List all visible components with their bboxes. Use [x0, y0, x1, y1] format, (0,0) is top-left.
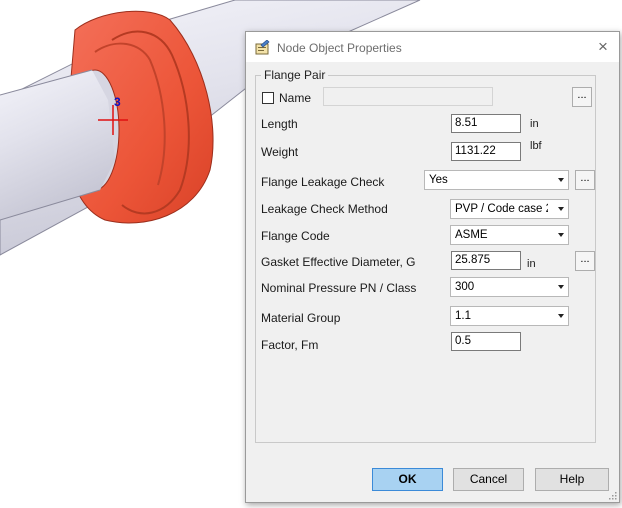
chevron-down-icon — [558, 207, 564, 211]
dialog-title: Node Object Properties — [277, 41, 402, 55]
flange-leakage-check-button[interactable]: ... — [575, 170, 595, 190]
node-number-label: 3 — [114, 95, 121, 109]
gasket-diameter-label: Gasket Effective Diameter, G — [261, 255, 416, 269]
weight-unit: lbf — [530, 140, 542, 152]
help-button[interactable]: Help — [535, 468, 609, 491]
title-bar[interactable]: Node Object Properties × — [246, 32, 619, 62]
length-label: Length — [261, 117, 298, 131]
factor-fm-label: Factor, Fm — [261, 338, 319, 352]
ok-button[interactable]: OK — [372, 468, 443, 491]
flange-code-select[interactable]: ASME — [450, 225, 569, 245]
flange — [0, 10, 214, 224]
name-browse-button[interactable]: ... — [572, 87, 592, 107]
weight-input[interactable]: 1131.22 — [451, 142, 521, 161]
material-group-label: Material Group — [261, 311, 341, 325]
properties-icon — [255, 40, 270, 55]
name-label: Name — [279, 91, 312, 105]
close-button[interactable]: × — [593, 37, 613, 57]
nominal-pressure-value: 300 — [455, 281, 475, 293]
leakage-check-method-label: Leakage Check Method — [261, 202, 388, 216]
nominal-pressure-label: Nominal Pressure PN / Class — [261, 281, 417, 295]
nominal-pressure-select[interactable]: 300 — [450, 277, 569, 297]
material-group-select[interactable]: 1.1 — [450, 306, 569, 326]
weight-label: Weight — [261, 145, 299, 159]
name-input[interactable] — [323, 87, 493, 106]
length-input[interactable]: 8.51 — [451, 114, 521, 133]
gasket-diameter-button[interactable]: ... — [575, 251, 595, 271]
gasket-diameter-unit: in — [527, 258, 536, 270]
group-label: Flange Pair — [261, 68, 329, 82]
material-group-value: 1.1 — [455, 310, 471, 322]
leakage-check-method-select[interactable]: PVP / Code case 29 — [450, 199, 569, 219]
flange-leakage-check-value: Yes — [429, 174, 448, 186]
chevron-down-icon — [558, 178, 564, 182]
flange-leakage-check-label: Flange Leakage Check — [261, 175, 385, 189]
factor-fm-input[interactable]: 0.5 — [451, 332, 521, 351]
flange-code-value: ASME — [455, 229, 488, 241]
chevron-down-icon — [558, 233, 564, 237]
cancel-button[interactable]: Cancel — [453, 468, 524, 491]
chevron-down-icon — [558, 314, 564, 318]
resize-grip-icon[interactable] — [608, 491, 617, 500]
chevron-down-icon — [558, 285, 564, 289]
flange-leakage-check-select[interactable]: Yes — [424, 170, 569, 190]
name-checkbox[interactable] — [262, 92, 274, 104]
length-unit: in — [530, 118, 539, 130]
node-object-properties-dialog: Node Object Properties × Flange Pair Nam… — [245, 31, 620, 503]
flange-code-label: Flange Code — [261, 229, 330, 243]
leakage-check-method-value: PVP / Code case 29 — [455, 203, 548, 215]
gasket-diameter-input[interactable]: 25.875 — [451, 251, 521, 270]
